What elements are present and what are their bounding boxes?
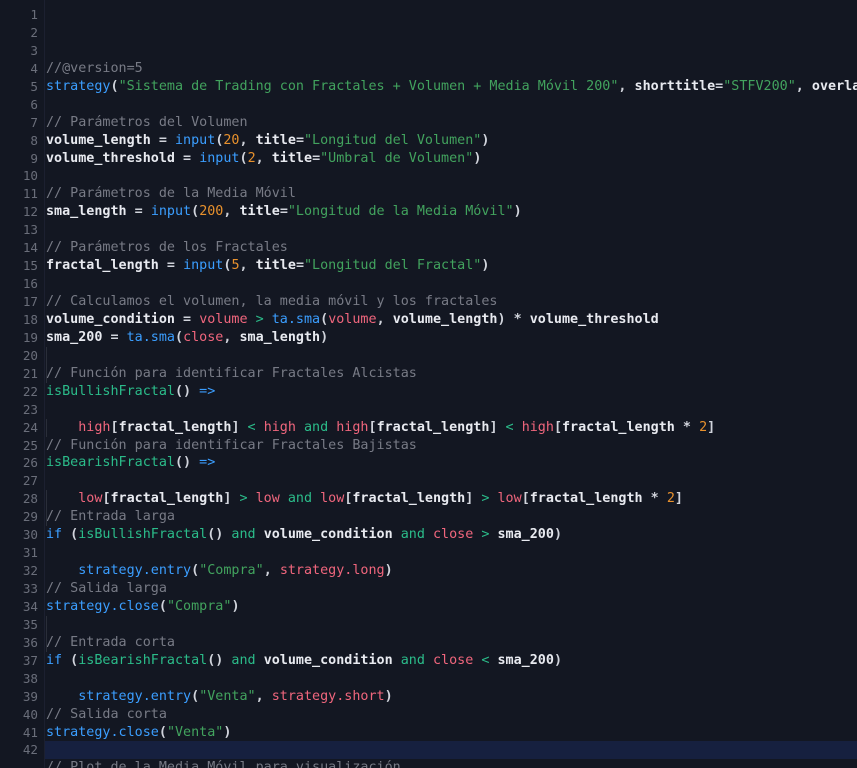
indent-guide (46, 633, 47, 652)
code-line[interactable]: 20 high[fractal_length] < high and high[… (0, 346, 857, 435)
indent-guide (46, 364, 47, 383)
code-line-active[interactable]: 42 (0, 741, 857, 760)
code-line[interactable]: 1 //@version=5 (0, 6, 857, 76)
line-number: 30 (22, 527, 38, 543)
line-number: 39 (22, 688, 38, 704)
line-number: 11 (22, 186, 38, 202)
line-number: 13 (22, 222, 38, 238)
code-line[interactable]: 11 // Parámetros de los Fractales (0, 185, 857, 255)
line-number: 32 (22, 563, 38, 579)
line-number: 28 (22, 491, 38, 507)
code-line[interactable]: 5 volume_length = input(20, title="Longi… (0, 78, 857, 148)
indent-guide (46, 508, 47, 527)
line-number: 10 (22, 168, 38, 184)
line-number: 2 (30, 24, 38, 40)
line-number: 9 (30, 150, 38, 166)
line-number: 33 (22, 581, 38, 596)
code-line[interactable]: 25 (0, 437, 857, 455)
line-number: 42 (22, 742, 38, 758)
code-line[interactable]: 27 if (isBullishFractal() and volume_con… (0, 472, 857, 542)
line-number: 3 (30, 42, 38, 58)
line-number: 4 (30, 60, 38, 76)
code-line[interactable]: 7 (0, 114, 857, 132)
line-number: 5 (30, 78, 38, 94)
line-number: 23 (22, 401, 38, 417)
code-line[interactable]: 19 isBullishFractal() => (0, 329, 857, 399)
line-number: 17 (22, 294, 38, 309)
code-editor[interactable]: 1 //@version=5 2 strategy("Sistema de Tr… (0, 0, 857, 768)
line-number: 35 (22, 616, 38, 632)
line-number: 34 (22, 598, 38, 614)
line-number: 14 (22, 240, 38, 256)
code-line[interactable]: 3 (0, 42, 857, 60)
code-line[interactable]: 32 (0, 562, 857, 580)
indent-guide (46, 418, 47, 437)
code-lines-container[interactable]: 1 //@version=5 2 strategy("Sistema de Tr… (0, 0, 857, 768)
code-line[interactable]: 14 // Calculamos el volumen, la media mó… (0, 239, 857, 309)
line-number: 7 (30, 114, 38, 130)
line-number: 20 (22, 347, 38, 363)
line-number: 38 (22, 670, 38, 686)
code-line[interactable]: 29 (0, 508, 857, 527)
code-line[interactable]: 34 if (isBearishFractal() and volume_con… (0, 598, 857, 668)
code-line[interactable]: 28 strategy.entry("Compra", strategy.lon… (0, 490, 857, 578)
code-line[interactable]: 36 (0, 633, 857, 652)
code-line[interactable]: 30 // Salida larga (0, 526, 857, 596)
line-number: 19 (22, 329, 38, 345)
code-line[interactable]: 13 (0, 221, 857, 239)
code-line[interactable]: 22 // Función para identificar Fractales… (0, 383, 857, 453)
line-number: 25 (22, 437, 38, 453)
line-number: 6 (30, 96, 38, 112)
code-line[interactable]: 4 // Parámetros del Volumen (0, 60, 857, 130)
indent-guide (46, 490, 47, 509)
code-line[interactable]: 37 // Salida corta (0, 652, 857, 722)
line-number: 29 (22, 509, 38, 525)
line-number: 12 (22, 204, 38, 220)
code-line[interactable]: 9 sma_length = input(200, title="Longitu… (0, 150, 857, 220)
code-line[interactable]: 33 // Entrada corta (0, 580, 857, 650)
line-number: 37 (22, 652, 38, 668)
code-line[interactable]: 41 plot(sma_200, color=color.red, title=… (0, 724, 857, 742)
code-line[interactable]: 10 (0, 167, 857, 185)
line-number: 22 (22, 383, 38, 399)
code-line[interactable]: 2 strategy("Sistema de Trading con Fract… (0, 24, 857, 94)
code-line[interactable]: 21 (0, 364, 857, 383)
line-number: 21 (22, 365, 38, 381)
indent-guide (46, 615, 47, 634)
code-line[interactable]: 6 volume_threshold = input(2, title="Umb… (0, 96, 857, 166)
line-number: 15 (22, 258, 38, 274)
code-line[interactable]: 23 isBearishFractal() => (0, 401, 857, 471)
code-line[interactable]: 31 strategy.close("Compra") (0, 544, 857, 614)
line-number: 27 (22, 473, 38, 489)
code-line[interactable]: 18 // Función para identificar Fractales… (0, 311, 857, 381)
code-line[interactable]: 26 // Entrada larga (0, 454, 857, 524)
line-number: 41 (22, 724, 38, 740)
line-number: 8 (30, 132, 38, 148)
code-line[interactable]: 39 (0, 688, 857, 706)
code-line[interactable]: 35 strategy.entry("Venta", strategy.shor… (0, 615, 857, 704)
line-number: 16 (22, 276, 38, 292)
code-line[interactable]: 15 volume_condition = volume > ta.sma(vo… (0, 257, 857, 327)
code-line[interactable]: 24 low[fractal_length] > low and low[fra… (0, 418, 857, 506)
code-line[interactable]: 38 strategy.close("Venta") (0, 670, 857, 740)
line-number: 18 (22, 311, 38, 327)
code-line[interactable]: 12 fractal_length = input(5, title="Long… (0, 203, 857, 273)
active-line-highlight (45, 741, 857, 760)
line-number: 31 (22, 545, 38, 561)
line-number: 26 (22, 455, 38, 471)
indent-guide (46, 346, 47, 365)
code-line[interactable]: 8 // Parámetros de la Media Móvil (0, 132, 857, 202)
code-line[interactable]: 16 sma_200 = ta.sma(close, sma_length) (0, 275, 857, 345)
line-number: 1 (30, 7, 38, 22)
line-number: 40 (22, 706, 38, 722)
line-number: 24 (22, 419, 38, 435)
code-line[interactable]: 40 // Plot de la Media Móvil para visual… (0, 706, 857, 768)
code-line[interactable]: 17 (0, 293, 857, 311)
line-number: 36 (22, 634, 38, 650)
